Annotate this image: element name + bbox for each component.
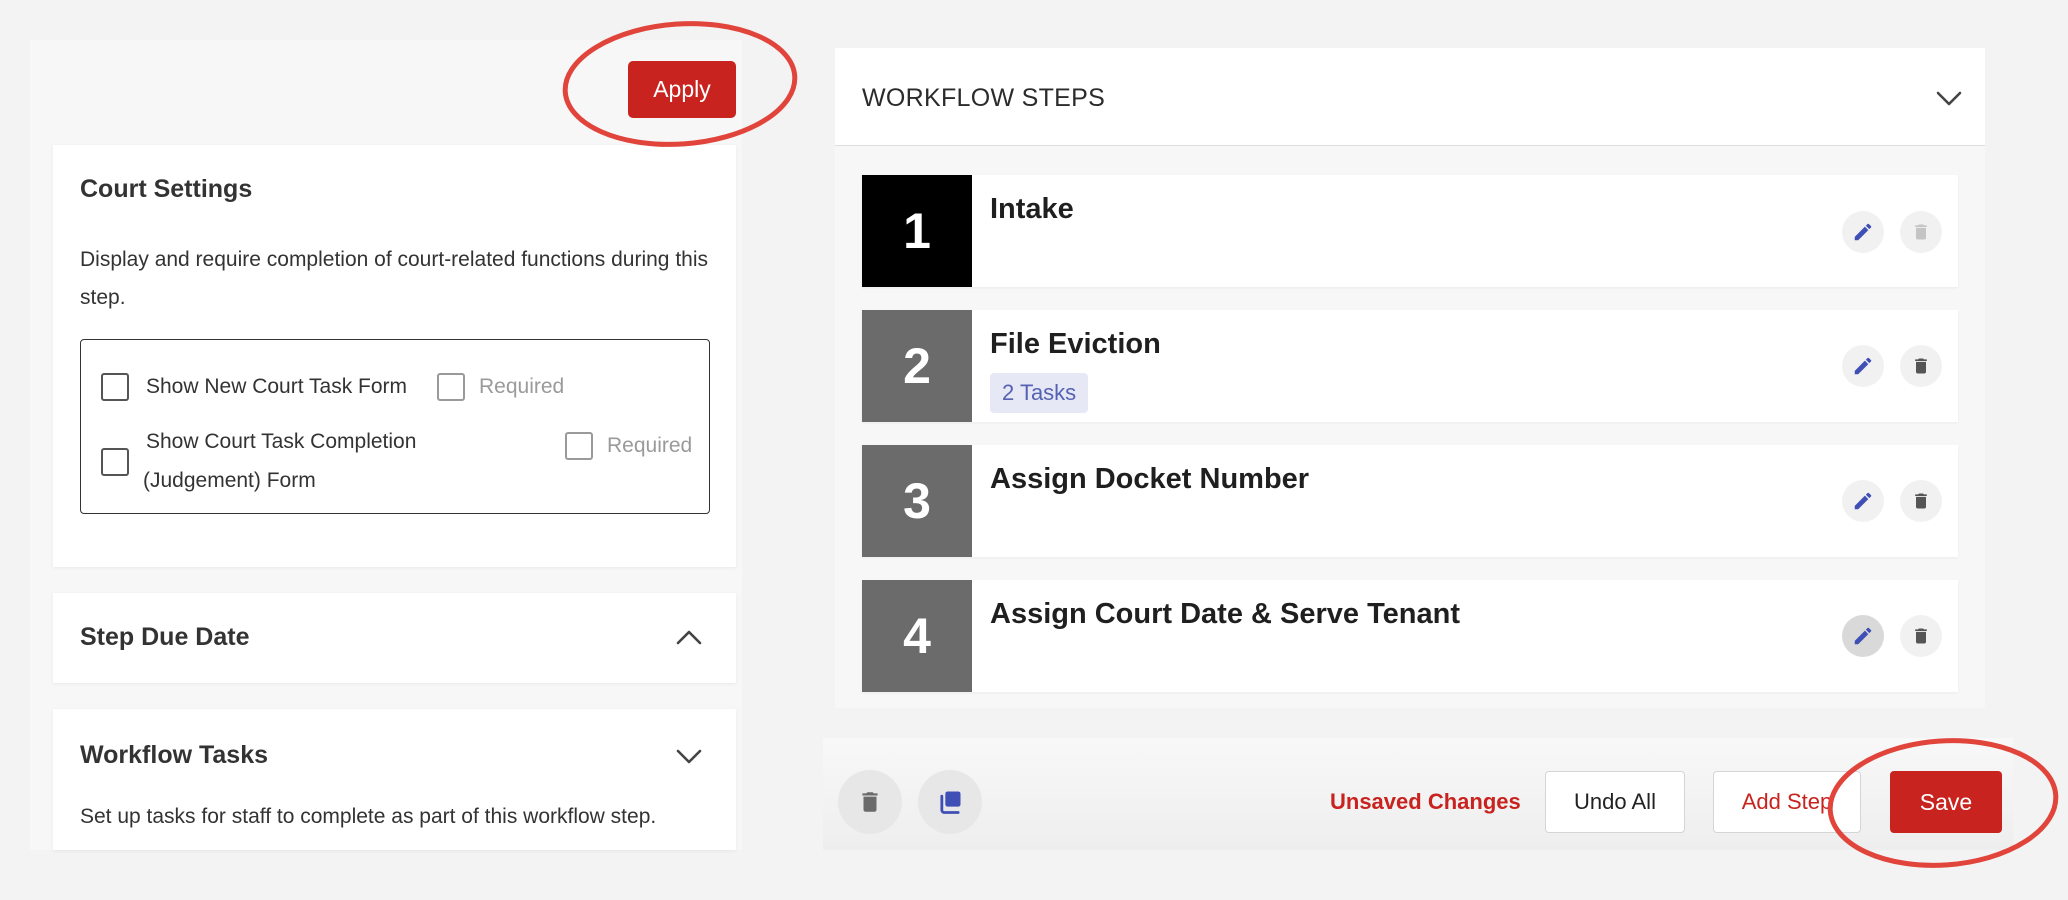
delete-step-button[interactable] (1900, 211, 1942, 253)
workflow-tasks-title: Workflow Tasks (80, 741, 269, 769)
step-due-date-title: Step Due Date (80, 623, 250, 651)
trash-icon (862, 792, 878, 812)
save-button[interactable]: Save (1890, 771, 2002, 833)
apply-button[interactable]: Apply (628, 61, 736, 118)
workflow-tasks-description: Set up tasks for staff to complete as pa… (80, 805, 657, 828)
pencil-icon (1854, 357, 1872, 375)
trash-icon (1915, 358, 1927, 374)
trash-icon (1915, 628, 1927, 644)
step-number: 2 (862, 310, 972, 422)
trash-icon (1915, 493, 1927, 509)
workflow-step-row[interactable]: 1 Intake (862, 175, 1958, 287)
copy-icon (940, 791, 961, 814)
pencil-icon (1854, 627, 1872, 645)
court-settings-description: Display and require completion of court-… (80, 248, 709, 309)
trash-icon (1915, 224, 1927, 240)
step-title: Assign Court Date & Serve Tenant (990, 598, 1461, 630)
pencil-icon (1854, 492, 1872, 510)
add-step-button[interactable]: Add Step (1713, 771, 1861, 833)
step-due-date-card[interactable]: Step Due Date (53, 593, 736, 683)
edit-step-button[interactable] (1842, 211, 1884, 253)
edit-step-button[interactable] (1842, 345, 1884, 387)
chevron-down-icon[interactable] (676, 749, 702, 765)
chevron-up-icon[interactable] (676, 629, 702, 645)
delete-workflow-button[interactable] (838, 770, 902, 834)
pencil-icon (1854, 223, 1872, 241)
tasks-count-badge[interactable]: 2 Tasks (990, 373, 1089, 413)
show-new-court-task-form-label: Show New Court Task Form (146, 375, 408, 398)
new-court-task-required-label: Required (479, 375, 565, 398)
delete-step-button[interactable] (1900, 480, 1942, 522)
undo-all-button[interactable]: Undo All (1545, 771, 1685, 833)
show-court-task-completion-checkbox[interactable] (101, 448, 129, 476)
delete-step-button[interactable] (1900, 615, 1942, 657)
show-court-task-completion-label-line2: (Judgement) Form (143, 469, 316, 492)
workflow-steps-title: WORKFLOW STEPS (862, 84, 1106, 112)
chevron-down-icon[interactable] (1936, 91, 1962, 107)
delete-step-button[interactable] (1900, 345, 1942, 387)
workflow-step-row[interactable]: 2 File Eviction 2 Tasks (862, 310, 1958, 422)
step-title: Assign Docket Number (990, 463, 1310, 495)
workflow-steps-header[interactable]: WORKFLOW STEPS (835, 48, 1985, 146)
new-court-task-required-checkbox[interactable] (437, 373, 465, 401)
step-number: 1 (862, 175, 972, 287)
workflow-tasks-card: Workflow Tasks Set up tasks for staff to… (53, 709, 736, 850)
court-task-completion-required-checkbox[interactable] (565, 432, 593, 460)
court-task-completion-required-label: Required (607, 434, 693, 457)
court-settings-card: Court Settings Display and require compl… (53, 145, 736, 567)
step-title: Intake (990, 193, 1074, 225)
duplicate-workflow-button[interactable] (918, 770, 982, 834)
workflow-step-row[interactable]: 3 Assign Docket Number (862, 445, 1958, 557)
edit-step-button[interactable] (1842, 615, 1884, 657)
step-number: 3 (862, 445, 972, 557)
step-title: File Eviction (990, 328, 1161, 360)
workflow-step-row[interactable]: 4 Assign Court Date & Serve Tenant (862, 580, 1958, 692)
court-settings-title: Court Settings (80, 175, 253, 203)
court-options-box: Show New Court Task Form Required Show C… (80, 339, 710, 514)
step-number: 4 (862, 580, 972, 692)
show-new-court-task-form-checkbox[interactable] (101, 373, 129, 401)
show-court-task-completion-label-line1: Show Court Task Completion (146, 430, 417, 453)
edit-step-button[interactable] (1842, 480, 1884, 522)
unsaved-changes-indicator: Unsaved Changes (1330, 789, 1521, 814)
